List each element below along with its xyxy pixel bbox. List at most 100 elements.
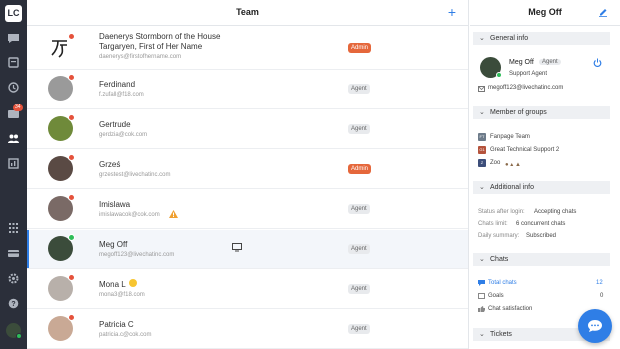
svg-text:?: ?: [11, 301, 15, 308]
chat-bubble-icon: [478, 280, 485, 286]
role-badge: Agent: [348, 244, 370, 254]
chevron-down-icon: ⌄: [479, 35, 485, 42]
mail-icon: [478, 86, 485, 92]
chats-icon[interactable]: [7, 33, 20, 44]
chat-icon: [588, 320, 602, 332]
settings-icon[interactable]: [7, 273, 20, 284]
satisfaction-label: Chat satisfaction: [488, 306, 533, 312]
agent-row[interactable]: Gertrude gerdzia@cok.com Agent: [27, 110, 468, 149]
status-dot: [496, 72, 502, 78]
panel-header: Meg Off: [470, 0, 620, 26]
general-info-section-header[interactable]: ⌄ General info: [473, 32, 610, 45]
agent-name-line2: Targaryen, First of Her Name: [99, 42, 203, 51]
smiley-icon: [129, 279, 137, 287]
billing-icon[interactable]: [7, 248, 20, 259]
help-icon[interactable]: ?: [7, 298, 20, 309]
agent-avatar: [48, 74, 75, 101]
agent-email: patricia.c@cok.com: [99, 332, 152, 338]
status-label: Status after login:: [478, 209, 525, 215]
agent-row[interactable]: Daenerys Stormborn of the House Targarye…: [27, 26, 468, 70]
role-badge: Admin: [348, 164, 372, 174]
chats-section-header[interactable]: ⌄ Chats: [473, 253, 610, 266]
status-dot: [68, 274, 75, 281]
agent-details-panel: Meg Off ⌄ General info Meg Off Agent Sup…: [470, 0, 620, 349]
my-avatar[interactable]: [6, 323, 22, 339]
status-dot: [68, 234, 75, 241]
role-badge: Agent: [539, 59, 561, 65]
agent-avatar: [48, 314, 75, 341]
tickets-icon[interactable]: [7, 57, 20, 68]
role-badge: Agent: [348, 84, 370, 94]
agent-email: f.zufall@f18.com: [99, 92, 144, 98]
role-badge: Agent: [348, 124, 370, 134]
team-icon[interactable]: [7, 133, 20, 144]
agent-row[interactable]: Patricia C patricia.c@cok.com Agent: [27, 310, 468, 349]
total-chats-value: 12: [596, 280, 603, 286]
agent-row[interactable]: Ferdinand f.zufall@f18.com Agent: [27, 70, 468, 109]
add-agent-button[interactable]: +: [448, 3, 456, 21]
chevron-down-icon: ⌄: [479, 331, 485, 338]
status-dot: [68, 194, 75, 201]
groups-section-header[interactable]: ⌄ Member of groups: [473, 106, 610, 119]
my-status-dot: [16, 333, 22, 339]
apps-icon[interactable]: [7, 223, 20, 234]
team-list-panel: Team + Daenerys Stormborn of the House T…: [27, 0, 469, 349]
agent-avatar: [48, 274, 75, 301]
archives-icon[interactable]: [7, 82, 20, 93]
agent-email: daenerys@firstofhername.com: [99, 54, 182, 60]
power-icon[interactable]: [593, 58, 602, 67]
agent-row-selected[interactable]: Meg Off megoff123@livechatinc.com Agent: [27, 230, 468, 269]
monitor-icon: [232, 243, 242, 252]
group-tag: G1: [478, 146, 486, 154]
team-header: Team +: [27, 0, 468, 26]
additional-info-section-header[interactable]: ⌄ Additional info: [473, 181, 610, 194]
reports-icon[interactable]: [7, 158, 20, 169]
agent-email: mona3@f18.com: [99, 292, 145, 298]
visitors-count-badge: 34: [13, 104, 23, 111]
agent-email: grzestest@livechatinc.com: [99, 172, 171, 178]
animal-emoji-icons: ● ▴ ▲: [505, 162, 521, 168]
status-dot: [68, 314, 75, 321]
status-dot: [68, 154, 75, 161]
section-title: Tickets: [490, 331, 512, 338]
agent-email: gerdzia@cok.com: [99, 132, 148, 138]
chevron-down-icon: ⌄: [479, 109, 485, 116]
warning-icon: [169, 210, 178, 218]
agent-row[interactable]: Mona L mona3@f18.com Agent: [27, 270, 468, 309]
agent-row[interactable]: Grześ grzestest@livechatinc.com Admin: [27, 150, 468, 189]
agent-row[interactable]: Imislawa imislawacok@cok.com Agent: [27, 190, 468, 229]
role-badge: Agent: [348, 324, 370, 334]
group-name[interactable]: Great Technical Support 2: [490, 147, 559, 153]
edit-icon[interactable]: [598, 7, 608, 17]
agent-avatar: [48, 114, 75, 141]
chat-widget-button[interactable]: [578, 309, 612, 343]
section-title: Member of groups: [490, 109, 547, 116]
agent-name: Patricia C: [99, 320, 134, 329]
agent-name: Meg Off: [509, 59, 534, 66]
total-chats-label[interactable]: Total chats: [488, 280, 517, 286]
group-name[interactable]: Fanpage Team: [490, 134, 530, 140]
agent-name: Grześ: [99, 160, 121, 169]
group-name[interactable]: Zoo: [490, 160, 500, 166]
goals-label: Goals: [488, 293, 504, 299]
status-dot: [68, 33, 75, 40]
agent-email: megoff123@livechatinc.com: [99, 252, 175, 258]
agent-name: Meg Off: [99, 240, 128, 249]
agent-name: Imislawa: [99, 200, 131, 209]
agent-avatar: [48, 33, 75, 60]
summary-label: Daily summary:: [478, 233, 520, 239]
section-title: Additional info: [490, 184, 534, 191]
agent-name: Ferdinand: [99, 80, 136, 89]
team-title: Team: [236, 7, 259, 17]
goals-value: 0: [600, 293, 604, 299]
chevron-down-icon: ⌄: [479, 256, 485, 263]
limit-value: 6 concurrent chats: [516, 221, 566, 227]
goals-icon: [478, 293, 485, 299]
section-title: Chats: [490, 256, 509, 263]
agent-email: megoff123@livechatinc.com: [488, 85, 564, 91]
thumbs-up-icon: [478, 306, 485, 312]
chevron-down-icon: ⌄: [479, 184, 485, 191]
group-tag: FT: [478, 133, 486, 141]
livechat-logo[interactable]: LC: [5, 5, 22, 22]
status-value: Accepting chats: [534, 209, 577, 215]
